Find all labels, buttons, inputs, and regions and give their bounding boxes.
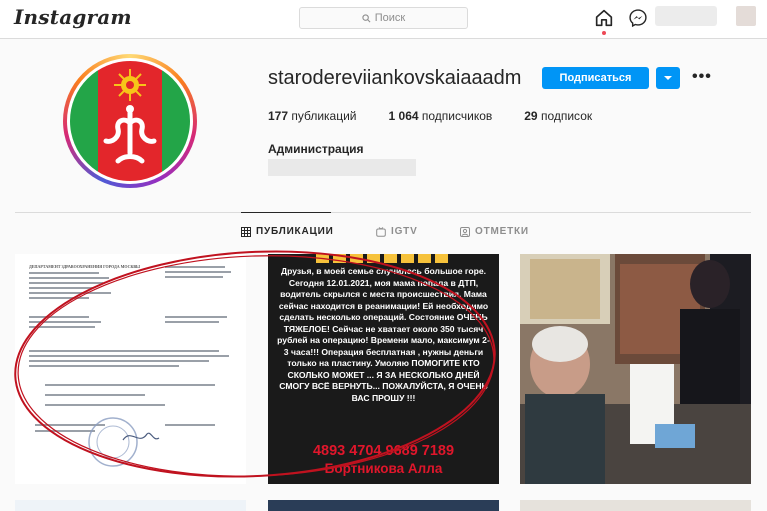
tab-tagged[interactable]: ОТМЕТКИ [460, 226, 529, 237]
grid-icon [241, 226, 251, 237]
profile-full-name: Администрация [268, 142, 364, 156]
following-stat[interactable]: 29 подписок [524, 109, 592, 123]
profile-avatar[interactable] [70, 61, 190, 181]
igtv-icon [376, 226, 386, 237]
notification-dot [602, 31, 606, 35]
profile-username: starodereviiankovskaiaaadm [268, 67, 522, 89]
search-icon [362, 13, 371, 22]
recipient-name: Бортникова Алла [324, 461, 443, 476]
profile-avatar-small[interactable] [736, 6, 756, 26]
followers-stat[interactable]: 1 064 подписчиков [389, 109, 493, 123]
coat-of-arms-emblem [70, 61, 190, 181]
profile-avatar-ring [63, 54, 197, 188]
post-thumbnail[interactable] [520, 500, 751, 511]
tab-igtv[interactable]: IGTV [376, 226, 418, 237]
more-options-button[interactable]: ••• [692, 68, 712, 86]
chevron-down-icon [664, 76, 672, 80]
stamp-seal-icon [88, 417, 160, 467]
post-text: Друзья, в моей семье случилось большое г… [277, 266, 490, 403]
more-dots-icon: ••• [692, 68, 712, 85]
home-icon[interactable] [593, 7, 615, 29]
profile-stats: 177 публикаций 1 064 подписчиков 29 подп… [268, 109, 624, 123]
post-photo[interactable] [520, 254, 751, 484]
top-nav-bar: Instagram Поиск [0, 0, 767, 39]
follow-button[interactable]: Подписаться [542, 67, 649, 89]
document-header: ДЕПАРТАМЕНТ ЗДРАВООХРАНЕНИЯ ГОРОДА МОСКВ… [29, 264, 140, 269]
photo-elderly-man-and-volunteer [520, 254, 751, 484]
emoji-row [316, 254, 451, 263]
tabs-divider [15, 212, 751, 213]
suggested-accounts-button[interactable] [656, 67, 680, 89]
blurred-bio [268, 159, 416, 176]
tab-posts[interactable]: ПУБЛИКАЦИИ [241, 226, 334, 237]
active-tab-indicator [241, 212, 331, 213]
search-placeholder: Поиск [374, 12, 406, 24]
blurred-nav-item [655, 6, 717, 26]
post-thumbnail[interactable] [268, 500, 499, 511]
post-thumbnail[interactable] [15, 500, 246, 511]
tagged-icon [460, 226, 470, 237]
profile-tabs: ПУБЛИКАЦИИ IGTV ОТМЕТКИ [0, 226, 767, 242]
post-fundraising-text[interactable]: Друзья, в моей семье случилось большое г… [268, 254, 499, 484]
posts-count-stat: 177 публикаций [268, 109, 357, 123]
post-document-scan[interactable]: ДЕПАРТАМЕНТ ЗДРАВООХРАНЕНИЯ ГОРОДА МОСКВ… [15, 254, 246, 484]
card-number: 4893 4704 9689 7189 [312, 443, 455, 459]
search-input[interactable]: Поиск [299, 7, 468, 29]
instagram-logo[interactable]: Instagram [14, 5, 132, 29]
messenger-icon[interactable] [628, 8, 648, 28]
